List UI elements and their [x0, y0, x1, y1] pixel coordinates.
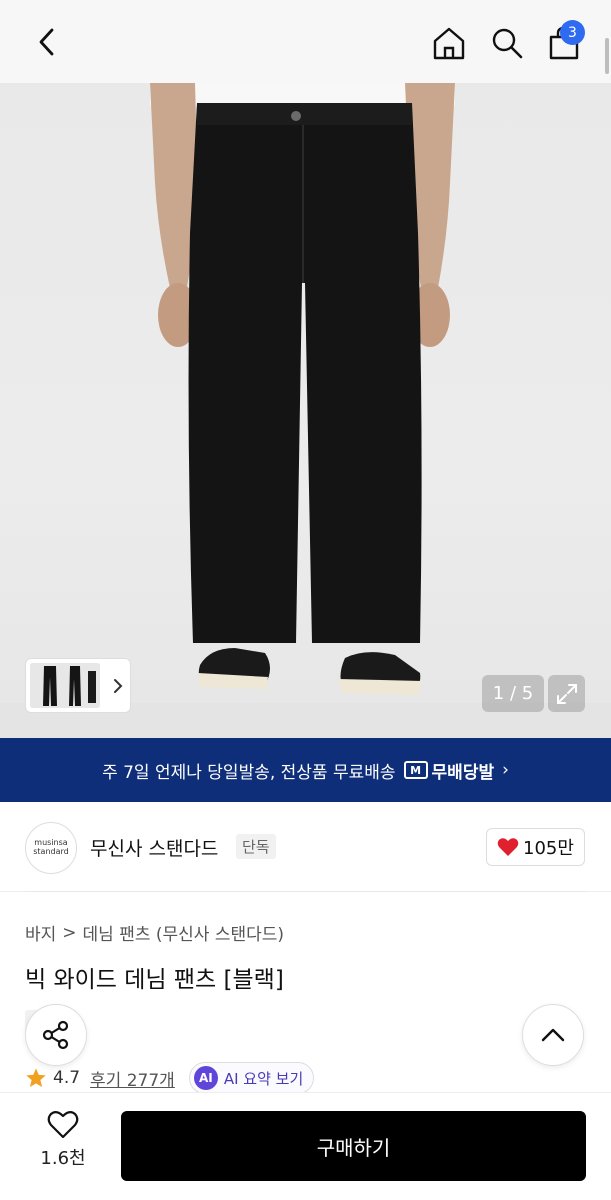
chevron-left-icon: [39, 28, 54, 56]
home-icon: [433, 27, 465, 60]
wishlist-button[interactable]: 1.6천: [30, 1110, 96, 1180]
heart-outline-icon: [47, 1111, 79, 1139]
breadcrumb-category[interactable]: 바지: [25, 920, 56, 945]
share-icon: [42, 1020, 69, 1050]
brand-logo-line2: standard: [33, 847, 69, 856]
search-button[interactable]: [486, 22, 528, 64]
banner-chevron-icon: ›: [502, 760, 509, 780]
rating-value: 4.7: [53, 1068, 81, 1088]
breadcrumb: 바지 > 데님 팬츠 (무신사 스탠다드): [25, 920, 285, 946]
brand-logo[interactable]: musinsa standard: [25, 822, 77, 874]
share-button[interactable]: [25, 1004, 87, 1066]
ai-summary-label: AI 요약 보기: [223, 1069, 304, 1088]
brand-name-link[interactable]: 무신사 스탠다드: [90, 834, 218, 861]
image-counter: 1 / 5: [482, 675, 544, 712]
breadcrumb-subcategory[interactable]: 데님 팬츠 (무신사 스탠다드): [83, 920, 285, 945]
brand-section: musinsa standard 무신사 스탠다드 단독 105만: [0, 802, 611, 892]
search-icon: [492, 28, 523, 59]
star-icon: [26, 1068, 46, 1087]
expand-icon: [556, 683, 577, 704]
chevron-up-icon: [541, 1028, 565, 1042]
free-shipping-badge: M 무배당발: [403, 758, 495, 783]
thumbnail-image[interactable]: [30, 663, 100, 708]
free-shipping-label: 무배당발: [431, 762, 495, 783]
ai-summary-button[interactable]: AI AI 요약 보기: [188, 1062, 315, 1094]
product-photo-illustration: [0, 83, 611, 738]
delivery-truck-icon: M: [403, 761, 428, 779]
home-button[interactable]: [428, 22, 470, 64]
top-header: 3: [0, 0, 611, 83]
fullscreen-button[interactable]: [548, 675, 585, 712]
heart-filled-icon: [497, 838, 519, 856]
product-title: 빅 와이드 데님 팬츠 [블랙]: [25, 967, 284, 993]
back-button[interactable]: [26, 22, 66, 62]
banner-text: 주 7일 언제나 당일발송, 전상품 무료배송: [102, 762, 396, 783]
scroll-to-top-button[interactable]: [522, 1004, 584, 1066]
exclusive-tag: 단독: [236, 834, 276, 859]
ai-icon: AI: [193, 1066, 218, 1090]
shipping-banner[interactable]: 주 7일 언제나 당일발송, 전상품 무료배송 M 무배당발 ›: [0, 738, 611, 802]
brand-like-count: 105만: [523, 838, 574, 859]
rating-row: 4.7 후기 277개 AI AI 요약 보기: [25, 1062, 315, 1094]
reviews-link[interactable]: 후기 277개: [90, 1066, 175, 1091]
scrollbar[interactable]: [605, 38, 609, 74]
cart-count-badge: 3: [560, 20, 585, 45]
chevron-right-icon[interactable]: [110, 676, 126, 696]
thumbnail-pants-illustration: [30, 663, 100, 708]
breadcrumb-separator-icon: >: [62, 922, 77, 943]
section-divider: [25, 891, 586, 892]
wishlist-count: 1.6천: [40, 1148, 86, 1169]
product-image[interactable]: [0, 83, 611, 738]
brand-like-button[interactable]: 105만: [486, 828, 585, 866]
buy-button[interactable]: 구매하기: [121, 1111, 586, 1181]
